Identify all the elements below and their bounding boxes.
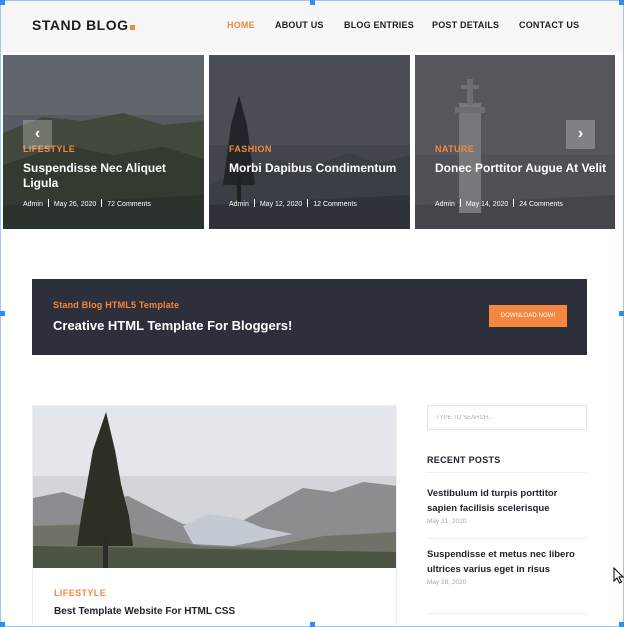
resize-handle[interactable] bbox=[310, 622, 315, 627]
resize-handle[interactable] bbox=[310, 0, 315, 5]
resize-handle[interactable] bbox=[0, 622, 5, 627]
recent-post-date: May 31, 2020 bbox=[427, 518, 467, 525]
recent-divider bbox=[427, 613, 587, 614]
slide-date[interactable]: May 26, 2020 bbox=[54, 201, 96, 208]
site-header: STAND BLOG HOME ABOUT US BLOG ENTRIES PO… bbox=[0, 0, 624, 52]
slide-comments[interactable]: 12 Comments bbox=[313, 201, 357, 208]
slide-date[interactable]: May 14, 2020 bbox=[466, 201, 508, 208]
slide-author[interactable]: Admin bbox=[229, 201, 249, 208]
banner-subtitle: Stand Blog HTML5 Template bbox=[53, 300, 180, 310]
nav-contact-us[interactable]: CONTACT US bbox=[519, 20, 579, 30]
slide-card[interactable]: FASHION Morbi Dapibus Condimentum Admin M… bbox=[209, 55, 410, 229]
slide-author[interactable]: Admin bbox=[23, 201, 43, 208]
meta-separator bbox=[513, 199, 515, 207]
recent-post-date: May 28, 2020 bbox=[427, 579, 467, 586]
search-input[interactable] bbox=[427, 405, 587, 430]
banner-title: Creative HTML Template For Bloggers! bbox=[53, 318, 293, 333]
slide-author[interactable]: Admin bbox=[435, 201, 455, 208]
mouse-cursor-icon bbox=[613, 567, 624, 584]
cta-banner: Stand Blog HTML5 Template Creative HTML … bbox=[32, 279, 587, 355]
slide-title[interactable]: Donec Porttitor Augue At Velit bbox=[435, 161, 613, 176]
slide-category[interactable]: NATURE bbox=[435, 144, 474, 154]
slide-meta: Admin May 26, 2020 72 Comments bbox=[23, 199, 151, 208]
slide-date[interactable]: May 12, 2020 bbox=[260, 201, 302, 208]
resize-handle[interactable] bbox=[619, 622, 624, 627]
blog-post-card: LIFESTYLE Best Template Website For HTML… bbox=[32, 405, 397, 627]
slide-category[interactable]: FASHION bbox=[229, 144, 272, 154]
nav-home[interactable]: HOME bbox=[227, 20, 255, 30]
chevron-right-icon: › bbox=[577, 125, 584, 142]
slide-meta: Admin May 14, 2020 24 Comments bbox=[435, 199, 563, 208]
nav-blog-entries[interactable]: BLOG ENTRIES bbox=[344, 20, 414, 30]
site-logo[interactable]: STAND BLOG bbox=[32, 17, 135, 33]
hero-slider: LIFESTYLE Suspendisse Nec Aliquet Ligula… bbox=[3, 55, 615, 229]
slide-comments[interactable]: 72 Comments bbox=[107, 201, 151, 208]
slide-title[interactable]: Suspendisse Nec Aliquet Ligula bbox=[23, 161, 201, 191]
slider-prev-button[interactable]: ‹ bbox=[23, 120, 52, 149]
section-divider bbox=[427, 472, 587, 473]
meta-separator bbox=[459, 199, 461, 207]
recent-post-item[interactable]: Suspendisse et metus nec libero ultrices… bbox=[427, 547, 585, 586]
chevron-left-icon: ‹ bbox=[34, 125, 41, 142]
resize-handle[interactable] bbox=[619, 311, 624, 316]
recent-post-title[interactable]: Suspendisse et metus nec libero ultrices… bbox=[427, 547, 585, 577]
post-title[interactable]: Best Template Website For HTML CSS bbox=[54, 606, 235, 617]
download-button[interactable]: DOWNLOAD NOW! bbox=[489, 305, 567, 327]
meta-separator bbox=[47, 199, 49, 207]
logo-text: STAND BLOG bbox=[32, 17, 129, 33]
slider-next-button[interactable]: › bbox=[566, 120, 595, 149]
resize-handle[interactable] bbox=[0, 0, 5, 5]
slide-title[interactable]: Morbi Dapibus Condimentum bbox=[229, 161, 407, 176]
nav-about-us[interactable]: ABOUT US bbox=[275, 20, 324, 30]
post-category[interactable]: LIFESTYLE bbox=[54, 588, 106, 598]
recent-post-title[interactable]: Vestibulum id turpis porttitor sapien fa… bbox=[427, 486, 585, 516]
meta-separator bbox=[101, 199, 103, 207]
meta-separator bbox=[307, 199, 309, 207]
recent-divider bbox=[427, 538, 587, 539]
meta-separator bbox=[253, 199, 255, 207]
post-image[interactable] bbox=[33, 406, 397, 568]
resize-handle[interactable] bbox=[619, 0, 624, 5]
logo-dot bbox=[129, 25, 135, 30]
recent-posts-heading: RECENT POSTS bbox=[427, 455, 501, 465]
recent-post-item[interactable]: Vestibulum id turpis porttitor sapien fa… bbox=[427, 486, 585, 525]
nav-post-details[interactable]: POST DETAILS bbox=[432, 20, 499, 30]
slide-meta: Admin May 12, 2020 12 Comments bbox=[229, 199, 357, 208]
resize-handle[interactable] bbox=[0, 311, 5, 316]
slide-comments[interactable]: 24 Comments bbox=[519, 201, 563, 208]
